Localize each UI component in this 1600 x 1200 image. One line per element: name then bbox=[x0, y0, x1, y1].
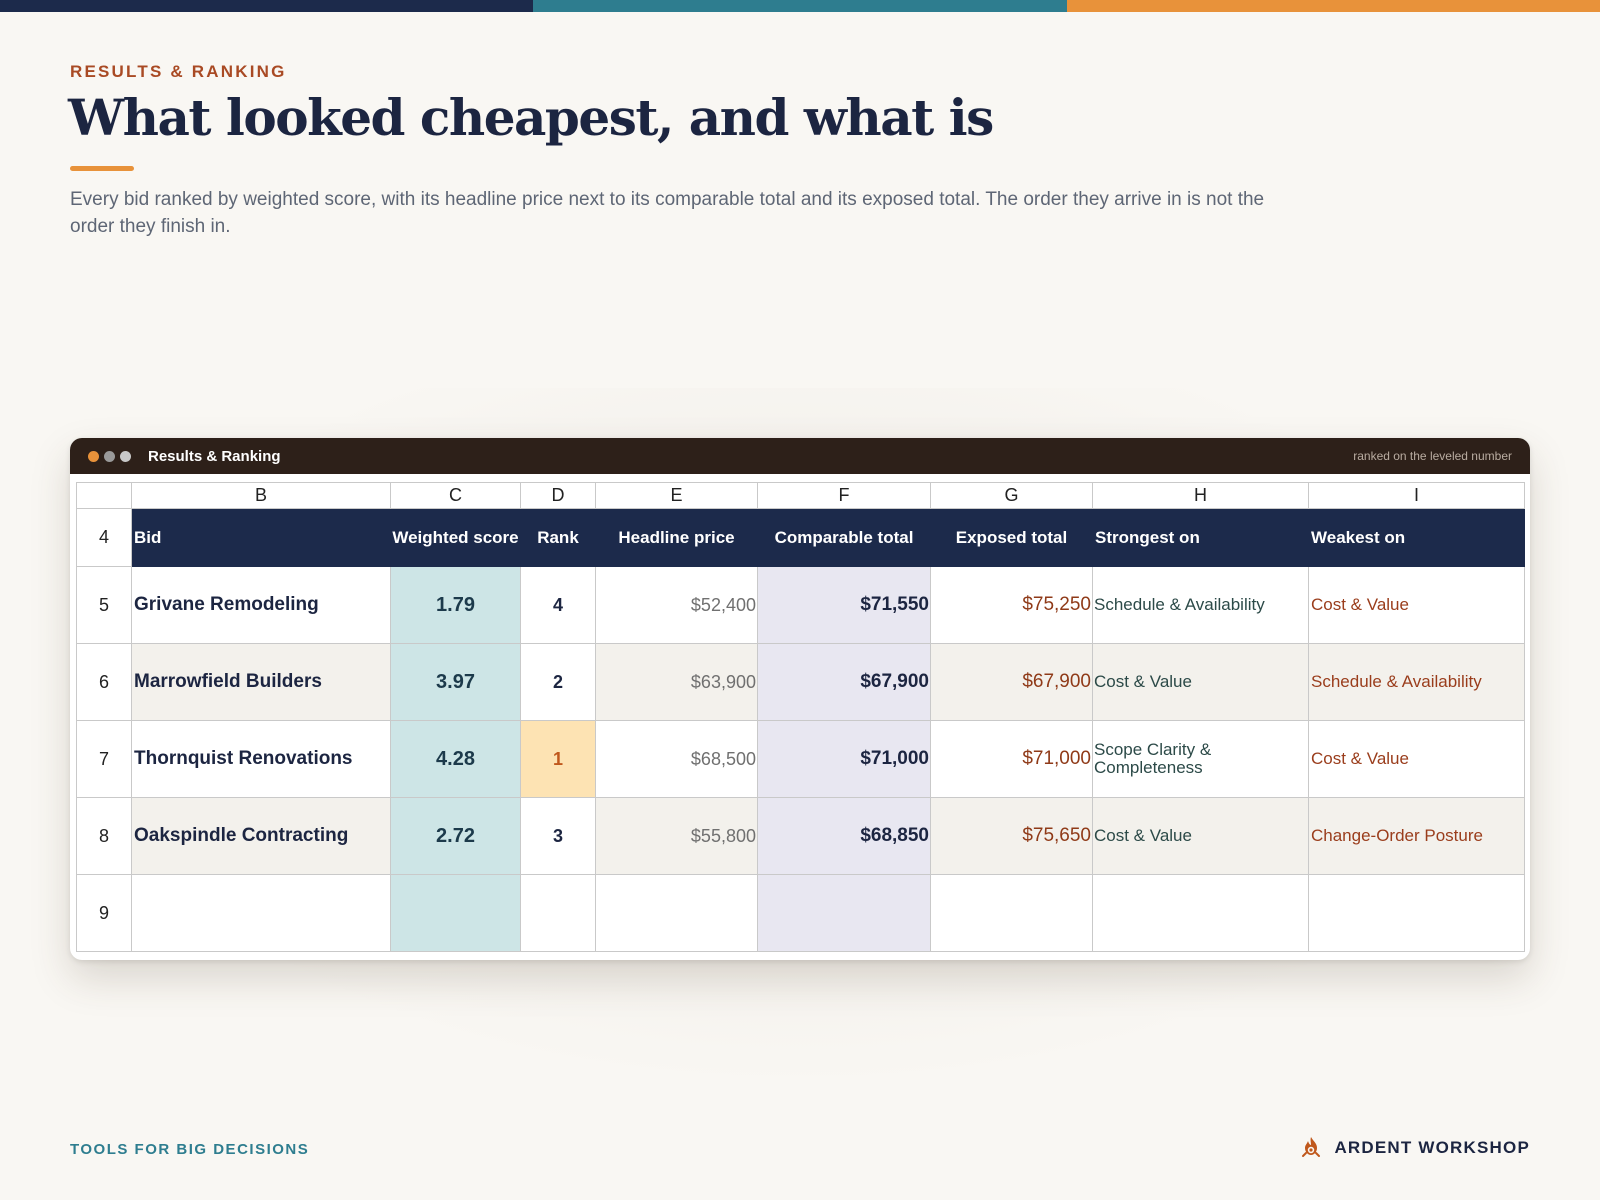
header-headline-price[interactable]: Headline price bbox=[595, 508, 758, 567]
table-row: 5 Grivane Remodeling 1.79 4 $52,400 $71,… bbox=[76, 566, 1525, 644]
corner-cell[interactable] bbox=[76, 482, 132, 509]
window-dot-light[interactable] bbox=[120, 450, 131, 462]
empty-score-cell[interactable] bbox=[390, 874, 521, 952]
exposed-total-cell[interactable]: $71,000 bbox=[930, 720, 1093, 798]
window-dot-orange[interactable] bbox=[88, 450, 99, 462]
row-number[interactable]: 9 bbox=[76, 874, 132, 952]
empty-cell[interactable] bbox=[1308, 874, 1525, 952]
strongest-on-cell[interactable]: Schedule & Availability bbox=[1092, 566, 1309, 644]
column-letter[interactable]: H bbox=[1092, 482, 1309, 509]
weakest-on-cell[interactable]: Change-Order Posture bbox=[1308, 797, 1525, 875]
brand-name: ARDENT WORKSHOP bbox=[1334, 1138, 1530, 1157]
header-weakest-on[interactable]: Weakest on bbox=[1308, 508, 1525, 567]
score-cell[interactable]: 2.72 bbox=[390, 797, 521, 875]
strongest-on-cell[interactable]: Cost & Value bbox=[1092, 643, 1309, 721]
headline-price-cell[interactable]: $68,500 bbox=[595, 720, 758, 798]
results-table: B C D E F G H I 4 Bid Weighted score Ran… bbox=[76, 482, 1525, 952]
row-number[interactable]: 8 bbox=[76, 797, 132, 875]
weakest-on-cell[interactable]: Cost & Value bbox=[1308, 720, 1525, 798]
row-number[interactable]: 4 bbox=[76, 508, 132, 567]
headline-price-cell[interactable]: $52,400 bbox=[595, 566, 758, 644]
rank-cell[interactable]: 4 bbox=[520, 566, 596, 644]
bid-cell[interactable]: Grivane Remodeling bbox=[131, 566, 391, 644]
accent-bar-navy bbox=[0, 0, 534, 12]
window-title: Results & Ranking bbox=[148, 447, 281, 465]
column-letter[interactable]: E bbox=[595, 482, 758, 509]
brand-mark[interactable]: ARDENT WORKSHOP bbox=[1300, 1136, 1530, 1160]
column-letter[interactable]: F bbox=[757, 482, 931, 509]
table-row: 8 Oakspindle Contracting 2.72 3 $55,800 … bbox=[76, 797, 1525, 875]
row-number[interactable]: 5 bbox=[76, 566, 132, 644]
score-cell[interactable]: 1.79 bbox=[390, 566, 521, 644]
empty-row: 9 bbox=[76, 874, 1525, 952]
rank-cell[interactable]: 3 bbox=[520, 797, 596, 875]
column-letter[interactable]: G bbox=[930, 482, 1093, 509]
column-letters-row: B C D E F G H I bbox=[76, 482, 1525, 509]
strongest-on-cell[interactable]: Scope Clarity & Completeness bbox=[1092, 720, 1309, 798]
window-dot-gray[interactable] bbox=[104, 450, 115, 462]
bid-cell[interactable]: Thornquist Renovations bbox=[131, 720, 391, 798]
bid-cell[interactable]: Marrowfield Builders bbox=[131, 643, 391, 721]
exposed-total-cell[interactable]: $75,250 bbox=[930, 566, 1093, 644]
window-note: ranked on the leveled number bbox=[1353, 449, 1512, 463]
score-cell[interactable]: 3.97 bbox=[390, 643, 521, 721]
exposed-total-cell[interactable]: $75,650 bbox=[930, 797, 1093, 875]
empty-cell[interactable] bbox=[930, 874, 1093, 952]
spreadsheet-window: Results & Ranking ranked on the leveled … bbox=[70, 438, 1530, 960]
empty-cell[interactable] bbox=[131, 874, 391, 952]
window-titlebar: Results & Ranking ranked on the leveled … bbox=[70, 438, 1530, 474]
score-cell[interactable]: 4.28 bbox=[390, 720, 521, 798]
flame-gear-icon bbox=[1302, 1137, 1321, 1157]
bid-cell[interactable]: Oakspindle Contracting bbox=[131, 797, 391, 875]
weakest-on-cell[interactable]: Schedule & Availability bbox=[1308, 643, 1525, 721]
headline-price-cell[interactable]: $63,900 bbox=[595, 643, 758, 721]
exposed-total-cell[interactable]: $67,900 bbox=[930, 643, 1093, 721]
empty-cell[interactable] bbox=[595, 874, 758, 952]
headline-price-cell[interactable]: $55,800 bbox=[595, 797, 758, 875]
header-rank[interactable]: Rank bbox=[520, 508, 596, 567]
title-underline bbox=[70, 166, 134, 171]
rank-cell[interactable]: 2 bbox=[520, 643, 596, 721]
empty-cell[interactable] bbox=[1092, 874, 1309, 952]
top-accent-bar bbox=[0, 0, 1600, 12]
header-row: 4 Bid Weighted score Rank Headline price… bbox=[76, 508, 1525, 567]
empty-comparable-cell[interactable] bbox=[757, 874, 931, 952]
row-number[interactable]: 6 bbox=[76, 643, 132, 721]
accent-bar-orange bbox=[1066, 0, 1600, 12]
table-row: 6 Marrowfield Builders 3.97 2 $63,900 $6… bbox=[76, 643, 1525, 721]
accent-bar-teal bbox=[533, 0, 1067, 12]
comparable-total-cell[interactable]: $71,000 bbox=[757, 720, 931, 798]
empty-cell[interactable] bbox=[520, 874, 596, 952]
header-exposed-total[interactable]: Exposed total bbox=[930, 508, 1093, 567]
table-row: 7 Thornquist Renovations 4.28 1 $68,500 … bbox=[76, 720, 1525, 798]
header-weighted-score[interactable]: Weighted score bbox=[390, 508, 521, 567]
page-subtitle: Every bid ranked by weighted score, with… bbox=[70, 189, 1265, 237]
comparable-total-cell[interactable]: $67,900 bbox=[757, 643, 931, 721]
column-letter[interactable]: I bbox=[1308, 482, 1525, 509]
strongest-on-cell[interactable]: Cost & Value bbox=[1092, 797, 1309, 875]
section-eyebrow: RESULTS & RANKING bbox=[70, 62, 287, 81]
row-number[interactable]: 7 bbox=[76, 720, 132, 798]
comparable-total-cell[interactable]: $68,850 bbox=[757, 797, 931, 875]
header-bid[interactable]: Bid bbox=[131, 508, 391, 567]
rank-cell-top[interactable]: 1 bbox=[520, 720, 596, 798]
page-title: What looked cheapest, and what is bbox=[68, 88, 994, 147]
comparable-total-cell[interactable]: $71,550 bbox=[757, 566, 931, 644]
column-letter[interactable]: B bbox=[131, 482, 391, 509]
column-letter[interactable]: D bbox=[520, 482, 596, 509]
footer-tagline: TOOLS FOR BIG DECISIONS bbox=[70, 1141, 310, 1158]
column-letter[interactable]: C bbox=[390, 482, 521, 509]
weakest-on-cell[interactable]: Cost & Value bbox=[1308, 566, 1525, 644]
header-strongest-on[interactable]: Strongest on bbox=[1092, 508, 1309, 567]
header-comparable-total[interactable]: Comparable total bbox=[757, 508, 931, 567]
